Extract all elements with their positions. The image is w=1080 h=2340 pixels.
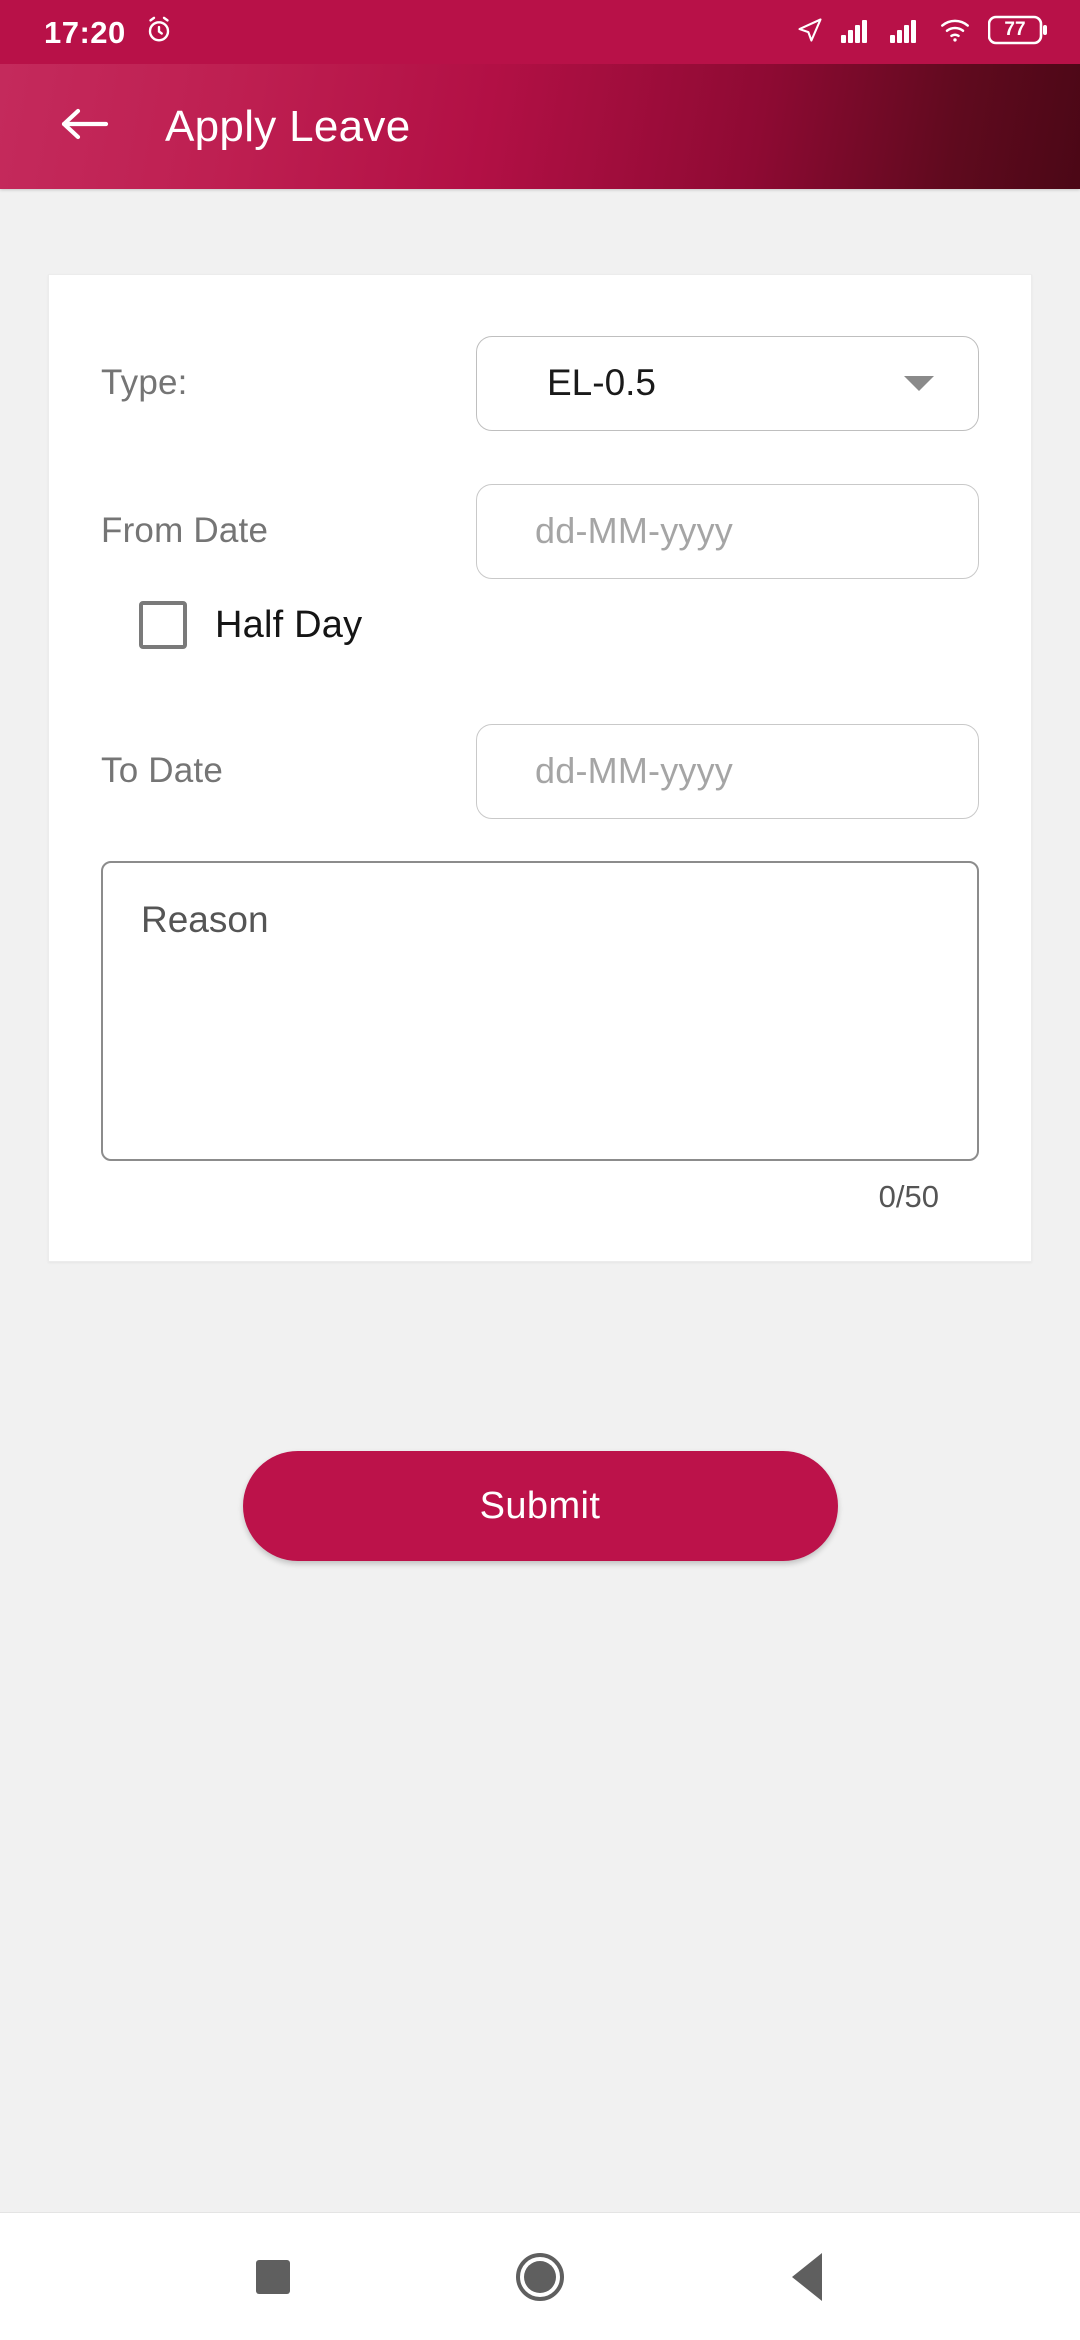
back-navigation-button[interactable] (48, 91, 120, 163)
half-day-checkbox[interactable] (139, 601, 187, 649)
arrow-left-icon (58, 103, 110, 150)
status-bar-left: 17:20 (44, 15, 174, 50)
to-date-label: To Date (101, 751, 224, 790)
field-row-from-date: From Date dd-MM-yyyy (101, 483, 979, 579)
triangle-back-icon (791, 2252, 822, 2301)
circle-home-icon (515, 2252, 564, 2301)
app-bar: Apply Leave (0, 64, 1080, 189)
from-date-label: From Date (101, 511, 269, 550)
location-arrow-icon (796, 16, 824, 49)
from-date-input[interactable]: dd-MM-yyyy (476, 483, 979, 579)
battery-percentage: 77 (1004, 18, 1026, 40)
field-row-to-date: To Date dd-MM-yyyy (101, 723, 979, 819)
android-navigation-bar (0, 2212, 1080, 2340)
cellular-signal-icon (841, 17, 873, 48)
cellular-signal-icon (890, 17, 922, 48)
to-date-input[interactable]: dd-MM-yyyy (476, 723, 979, 819)
type-label: Type: (101, 363, 188, 402)
reason-placeholder: Reason (141, 899, 269, 940)
recents-button[interactable] (213, 2217, 333, 2337)
page-title: Apply Leave (165, 101, 411, 151)
to-date-placeholder: dd-MM-yyyy (535, 750, 733, 791)
status-bar: 17:20 77 (0, 0, 1080, 64)
page-content: Type: EL-0.5 From Date dd-MM-yyyy Half D… (0, 189, 1080, 2212)
half-day-checkbox-row[interactable]: Half Day (101, 579, 979, 671)
square-recents-icon (256, 2259, 291, 2294)
leave-type-dropdown[interactable]: EL-0.5 (476, 335, 979, 431)
chevron-down-icon (904, 375, 934, 391)
system-back-button[interactable] (747, 2217, 867, 2337)
submit-button[interactable]: Submit (242, 1451, 838, 1561)
leave-type-selected-value: EL-0.5 (547, 362, 657, 403)
status-bar-clock: 17:20 (44, 14, 126, 50)
from-date-placeholder: dd-MM-yyyy (535, 510, 733, 551)
alarm-clock-icon (144, 15, 174, 50)
wifi-icon (939, 17, 971, 48)
submit-button-container: Submit (0, 1451, 1080, 1561)
field-row-type: Type: EL-0.5 (101, 335, 979, 431)
reason-character-counter: 0/50 (878, 1179, 939, 1214)
apply-leave-form-card: Type: EL-0.5 From Date dd-MM-yyyy Half D… (48, 274, 1032, 1262)
home-button[interactable] (480, 2217, 600, 2337)
battery-icon: 77 (987, 15, 1050, 50)
reason-textarea[interactable]: Reason (101, 861, 979, 1161)
half-day-label: Half Day (215, 603, 363, 646)
status-bar-right: 77 (796, 15, 1050, 50)
